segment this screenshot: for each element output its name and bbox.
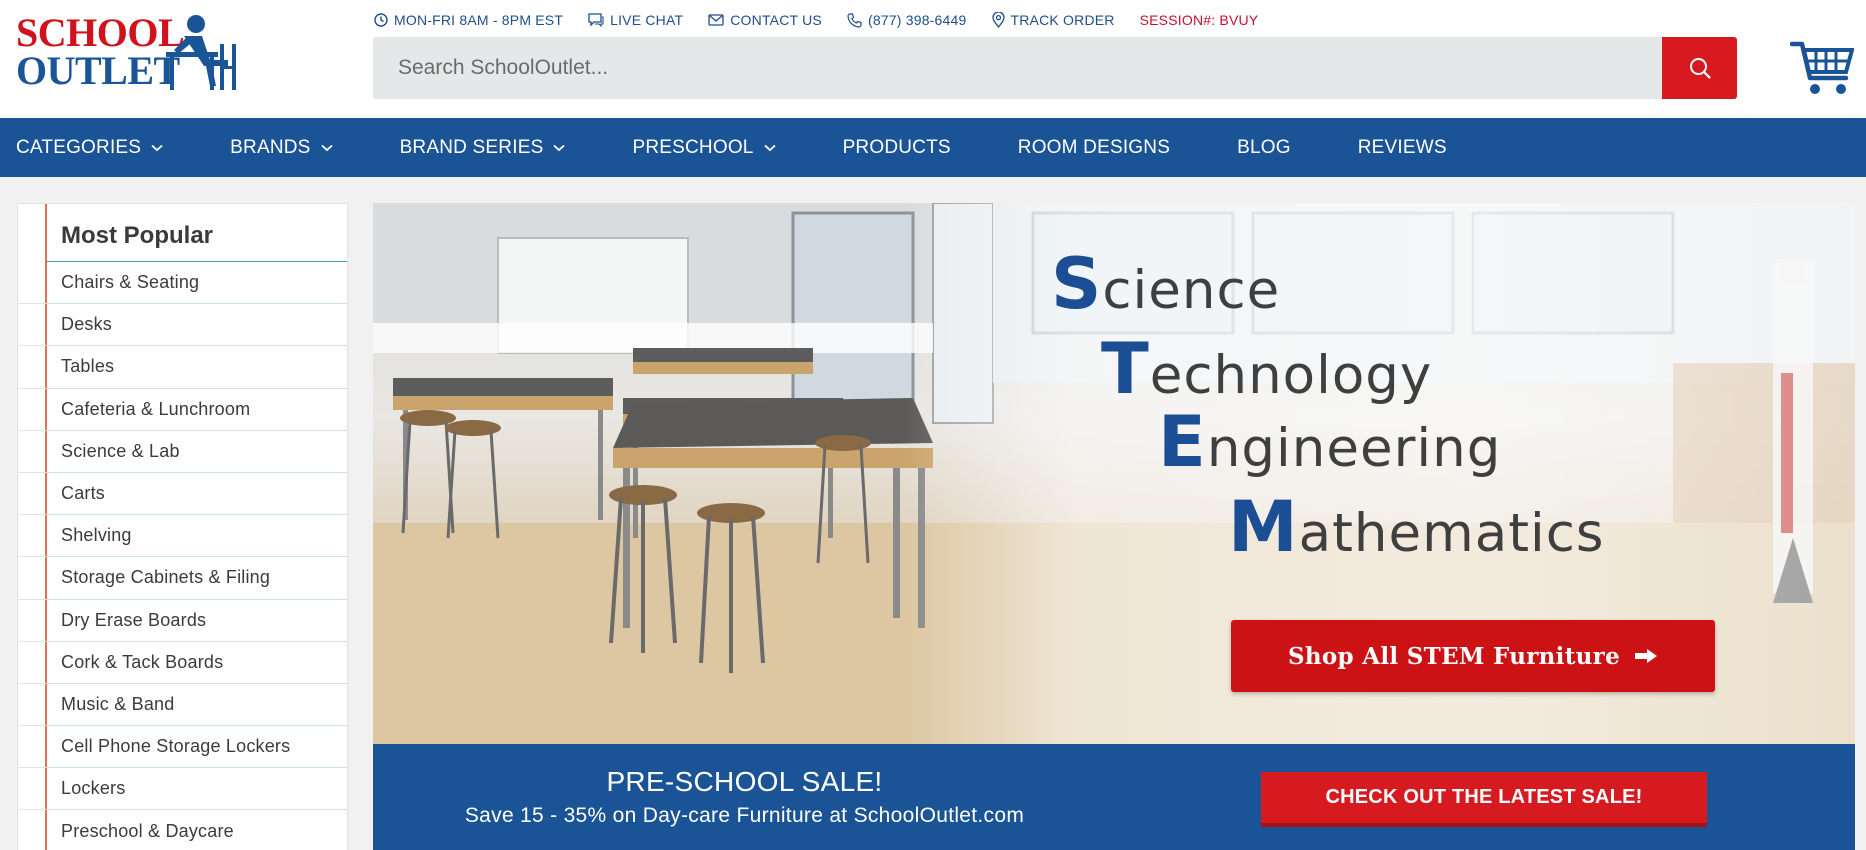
stem-engineering-rest: ngineering [1206, 418, 1502, 479]
latest-sale-button[interactable]: CHECK OUT THE LATEST SALE! [1261, 772, 1707, 827]
live-chat-label: LIVE CHAT [610, 12, 684, 28]
stem-m-letter: M [1228, 486, 1299, 568]
site-logo[interactable]: SCHOOL OUTLET [16, 10, 240, 96]
chevron-down-icon [763, 144, 776, 151]
nav-label: ROOM DESIGNS [1017, 136, 1171, 158]
session-id: SESSION#: BVUY [1139, 12, 1259, 28]
chat-icon [588, 13, 604, 27]
nav-categories[interactable]: CATEGORIES [16, 137, 163, 159]
logo-line2: OUTLET [16, 48, 180, 93]
nav-label: BRANDS [230, 136, 311, 158]
sidebar-item-music-band[interactable]: Music & Band [18, 684, 347, 727]
arrow-right-icon [1635, 649, 1658, 663]
sidebar-title: Most Popular [61, 222, 214, 249]
contact-us-label: CONTACT US [730, 12, 822, 28]
main-nav: CATEGORIES BRANDS BRAND SERIES PRESCHOOL… [0, 118, 1866, 177]
sidebar-item-cafeteria[interactable]: Cafeteria & Lunchroom [18, 389, 347, 431]
chevron-down-icon [320, 144, 333, 151]
shop-stem-button[interactable]: Shop All STEM Furniture [1231, 620, 1715, 692]
nav-label: BLOG [1237, 136, 1291, 158]
nav-brand-series[interactable]: BRAND SERIES [400, 137, 566, 159]
sidebar-item-tables[interactable]: Tables [18, 346, 347, 389]
stem-science: Science [1051, 243, 1280, 325]
nav-products[interactable]: PRODUCTS [843, 137, 951, 159]
shopping-cart-icon[interactable] [1790, 38, 1854, 98]
nav-label: BRAND SERIES [399, 136, 544, 158]
search-bar [373, 37, 1737, 99]
contact-us-link[interactable]: CONTACT US [708, 12, 822, 28]
stem-t-letter: T [1101, 328, 1150, 410]
logo-line1: SCHOOL [16, 10, 185, 55]
phone-number: (877) 398-6449 [867, 12, 967, 28]
utility-bar: MON-FRI 8AM - 8PM EST LIVE CHAT CONTACT … [374, 10, 1258, 30]
stem-mathematics-rest: athematics [1298, 503, 1605, 564]
search-input[interactable] [373, 37, 1663, 99]
search-button[interactable] [1662, 37, 1737, 99]
stem-e-letter: E [1158, 401, 1207, 483]
hours-text: MON-FRI 8AM - 8PM EST [394, 12, 564, 28]
stem-engineering: Engineering [1158, 401, 1501, 483]
clock-icon [374, 13, 388, 27]
track-order-link[interactable]: TRACK ORDER [991, 12, 1115, 28]
sidebar-item-cork-tack-boards[interactable]: Cork & Tack Boards [18, 642, 347, 685]
phone-icon [847, 12, 862, 28]
most-popular-sidebar: Most Popular Chairs & Seating Desks Tabl… [17, 203, 348, 850]
sale-title: PRE-SCHOOL SALE! [606, 766, 883, 797]
location-pin-icon [991, 12, 1005, 28]
sidebar-item-lockers[interactable]: Lockers [18, 768, 347, 811]
stem-technology: Technology [1101, 328, 1432, 410]
shop-stem-label: Shop All STEM Furniture [1287, 642, 1621, 670]
site-header: SCHOOL OUTLET MON-FRI 8AM - 8PM EST LIVE… [0, 0, 1866, 118]
track-order-label: TRACK ORDER [1010, 12, 1115, 28]
nav-label: REVIEWS [1357, 136, 1447, 158]
search-icon [1689, 58, 1711, 79]
nav-reviews[interactable]: REVIEWS [1358, 137, 1447, 159]
stem-science-rest: cience [1102, 260, 1281, 321]
sale-subtitle: Save 15 - 35% on Day-care Furniture at S… [464, 804, 1025, 827]
sidebar-item-chairs-seating[interactable]: Chairs & Seating [18, 262, 347, 305]
sidebar-item-science-lab[interactable]: Science & Lab [18, 431, 347, 474]
nav-room-designs[interactable]: ROOM DESIGNS [1018, 137, 1170, 159]
nav-label: PRODUCTS [842, 136, 951, 158]
stem-technology-rest: echnology [1149, 345, 1433, 406]
chevron-down-icon [553, 144, 566, 151]
student-at-desk-icon [166, 15, 236, 90]
preschool-sale-banner: PRE-SCHOOL SALE! Save 15 - 35% on Day-ca… [373, 744, 1855, 850]
nav-label: PRESCHOOL [632, 136, 754, 158]
sidebar-item-carts[interactable]: Carts [18, 473, 347, 516]
nav-label: CATEGORIES [16, 136, 142, 158]
phone-link[interactable]: (877) 398-6449 [847, 12, 967, 28]
sidebar-item-preschool-daycare[interactable]: Preschool & Daycare [18, 810, 347, 850]
sidebar-item-storage-cabinets[interactable]: Storage Cabinets & Filing [18, 557, 347, 600]
stem-hero-banner[interactable]: Science Technology Engineering Mathemati… [373, 203, 1855, 744]
hours-info: MON-FRI 8AM - 8PM EST [374, 12, 563, 28]
chevron-down-icon [151, 144, 163, 151]
sidebar-item-desks[interactable]: Desks [18, 304, 347, 347]
sidebar-item-cell-phone-lockers[interactable]: Cell Phone Storage Lockers [18, 726, 347, 769]
envelope-icon [708, 14, 724, 26]
nav-brands[interactable]: BRANDS [230, 136, 333, 159]
sidebar-item-shelving[interactable]: Shelving [18, 515, 347, 558]
nav-blog[interactable]: BLOG [1237, 137, 1291, 159]
live-chat-link[interactable]: LIVE CHAT [588, 12, 683, 28]
category-list: Chairs & Seating Desks Tables Cafeteria … [18, 262, 347, 850]
stem-mathematics: Mathematics [1228, 486, 1605, 568]
stem-s-letter: S [1051, 243, 1103, 325]
sidebar-item-dry-erase-boards[interactable]: Dry Erase Boards [18, 600, 347, 642]
nav-preschool[interactable]: PRESCHOOL [632, 136, 776, 159]
